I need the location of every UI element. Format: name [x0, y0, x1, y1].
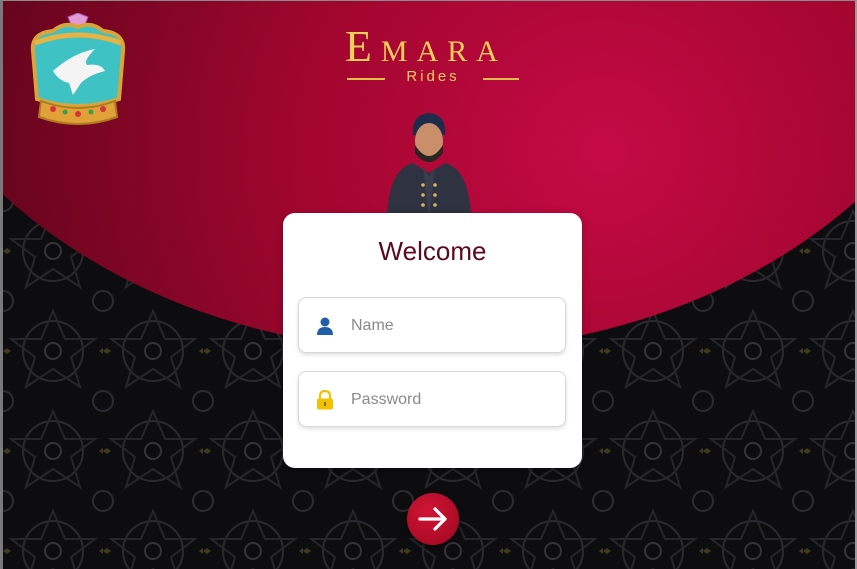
crown-logo-icon: [30, 13, 126, 125]
brand-divider-right: [483, 78, 519, 80]
brand-subtitle: Rides: [406, 68, 460, 85]
arrow-right-icon: [418, 507, 447, 531]
avatar-illustration: [387, 113, 471, 217]
lock-icon: [317, 390, 333, 410]
login-screen: EMARA Rides Welcome: [0, 0, 857, 569]
user-icon: [317, 317, 333, 335]
login-card: Welcome: [283, 213, 582, 468]
welcome-title: Welcome: [378, 236, 487, 266]
password-field[interactable]: [298, 371, 566, 427]
submit-button[interactable]: [407, 493, 459, 545]
name-field[interactable]: [298, 297, 566, 353]
brand-logo: EMARA Rides: [345, 21, 521, 87]
name-input[interactable]: [349, 310, 553, 342]
brand-name: EMARA: [345, 22, 507, 71]
password-input[interactable]: [349, 384, 553, 416]
